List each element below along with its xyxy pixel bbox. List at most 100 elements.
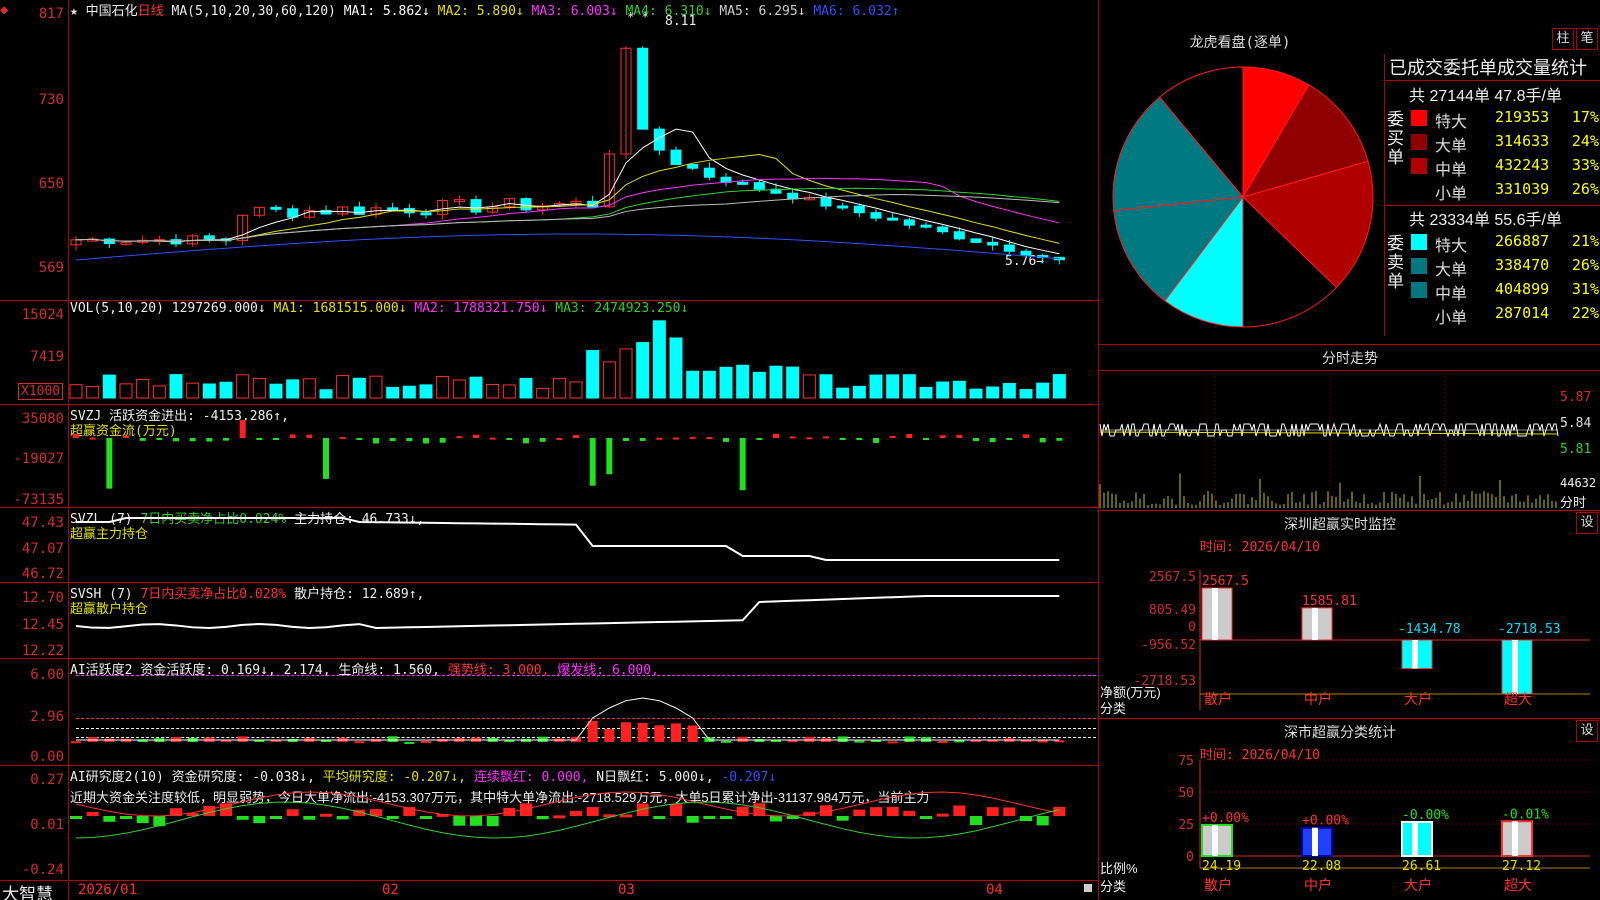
classify-settings-button[interactable]: 设 <box>1576 720 1598 742</box>
order-size-label: 中单 <box>1435 286 1468 303</box>
order-size-label: 特大 <box>1435 114 1468 131</box>
candle-body <box>270 206 282 210</box>
order-pie-chart[interactable] <box>1110 64 1376 330</box>
volume-bar <box>552 377 566 399</box>
order-volume: 287014 <box>1495 304 1550 322</box>
intraday-axis-label: 5.87 <box>1560 390 1592 405</box>
fund-flow-bar <box>273 438 279 440</box>
lock-icon[interactable] <box>1084 884 1092 892</box>
buy-summary: 共 27144单 47.8手/单 <box>1409 88 1562 105</box>
fund-flow-bar <box>489 437 496 440</box>
fund-flow-bar <box>539 438 546 442</box>
volume-bar <box>286 379 300 399</box>
research-bar <box>953 805 966 816</box>
fund-flow-bar <box>673 437 679 440</box>
continuous-red-value: 连续飘红: 0.000, <box>473 770 589 785</box>
ai-research-chart[interactable] <box>70 790 1096 878</box>
fund-flow-bar <box>839 438 846 440</box>
retail-position-chart[interactable] <box>70 586 1096 656</box>
order-row: 大单 338470 26% <box>1407 254 1600 279</box>
bar-highlight <box>1412 640 1418 669</box>
volume-bar <box>202 383 216 399</box>
category-label: 大户 <box>1404 877 1432 893</box>
fund-flow-bar <box>356 438 363 440</box>
candle-body <box>687 163 699 169</box>
candlestick-chart[interactable] <box>70 18 1096 280</box>
monitor-axis-label: -956.52 <box>1141 638 1196 653</box>
activity-bar <box>721 740 731 743</box>
research-bar <box>686 816 699 823</box>
fund-flow-chart[interactable] <box>70 408 1096 504</box>
fund-flow-bar <box>456 436 463 439</box>
bar-mode-button[interactable]: 柱 <box>1552 28 1574 50</box>
classify-title: 深市超赢分类统计 <box>1284 724 1396 740</box>
volume-bar <box>336 375 350 399</box>
stock-name: 中国石化 <box>85 4 138 19</box>
fund-flow-bar <box>256 438 263 440</box>
bar-highlight <box>1312 607 1318 640</box>
candle-body <box>787 192 799 200</box>
order-size-label: 小单 <box>1435 310 1468 327</box>
color-swatch <box>1411 134 1427 150</box>
order-stats-subtitle: 已成交委托单成交量统计 <box>1389 58 1587 78</box>
research-bar <box>470 816 482 826</box>
activity-bar <box>1054 740 1065 743</box>
ratio-bar-chart[interactable]: +0.00% 24.19 散户 +0.00% 22.08 中户 -0.00% 26.61 大户 -… <box>1199 759 1590 900</box>
fund-flow-bar <box>739 438 746 491</box>
volume-title: VOL(5,10,20) <box>70 301 164 316</box>
intraday-volume-label: 44632 <box>1560 476 1597 490</box>
ai-activity-chart[interactable] <box>70 670 1096 762</box>
fund-flow-bar <box>423 438 429 444</box>
date-tick: 2026/01 <box>78 882 138 898</box>
date-tick: 02 <box>382 882 399 898</box>
order-percent: 17% <box>1571 108 1599 126</box>
activity-bar <box>671 723 681 742</box>
tick-mode-button[interactable]: 笔 <box>1576 28 1598 50</box>
bar-value-label: 27.12 <box>1502 859 1541 874</box>
volume-bar <box>936 381 950 399</box>
net-amount-bar-chart[interactable]: 2567.5 散户 1585.81 中户 -1434.78 大户 -2718.53 超大 <box>1199 570 1590 720</box>
order-row: 特大 219353 17% <box>1407 106 1600 131</box>
volume-bar <box>819 374 833 399</box>
price-axis-label: 650 <box>38 176 64 192</box>
svsh-axis-label: 12.70 <box>21 590 64 606</box>
volume-bar <box>186 382 200 399</box>
volume-unit-button[interactable]: X1000 <box>18 383 64 400</box>
fund-flow-bar <box>656 437 663 440</box>
fund-flow-bar <box>989 438 996 443</box>
activity-bar <box>737 736 748 742</box>
moving-average-line <box>75 154 1060 244</box>
monitor-axis-label: 0 <box>1188 620 1196 635</box>
volume-bar <box>752 371 766 399</box>
volume-bar <box>619 348 633 399</box>
n-day-red-value: N日飘红: 5.000↓, <box>596 770 714 785</box>
volume-bar <box>69 384 83 399</box>
fund-flow-bar <box>306 434 313 438</box>
volume-ma1: MA1: 1681515.000↓ <box>273 301 407 316</box>
volume-bar <box>319 389 333 399</box>
activity-bar <box>437 739 448 742</box>
volume-ma3: MA3: 2474923.250↓ <box>555 301 689 316</box>
research-bar <box>986 807 999 816</box>
divider <box>1099 718 1600 719</box>
bar-highlight <box>1412 821 1418 856</box>
favorite-star-icon[interactable]: ★ <box>70 4 78 19</box>
volume-bar <box>836 387 850 399</box>
research-bar <box>970 816 982 826</box>
ma-value-3: MA3: 6.003↓ <box>523 4 618 19</box>
activity-bar <box>854 740 865 743</box>
monitor-settings-button[interactable]: 设 <box>1576 512 1598 534</box>
intraday-chart[interactable] <box>1099 372 1559 508</box>
period-label[interactable]: 日线 <box>138 4 164 19</box>
volume-header: VOL(5,10,20) 1297269.000↓ MA1: 1681515.0… <box>70 301 688 316</box>
volume-axis-label: 15024 <box>21 307 64 323</box>
research-bar <box>536 816 549 820</box>
order-stats-panel: 已成交委托单成交量统计 共 27144单 47.8手/单 委买单 特大 21935… <box>1384 54 1600 336</box>
volume-bar <box>852 385 866 399</box>
main-position-chart[interactable] <box>70 510 1096 580</box>
research-bar <box>70 816 82 819</box>
candle-body <box>520 198 532 211</box>
activity-bar <box>937 741 948 744</box>
research-bar <box>603 814 616 818</box>
volume-chart[interactable] <box>69 316 1096 399</box>
